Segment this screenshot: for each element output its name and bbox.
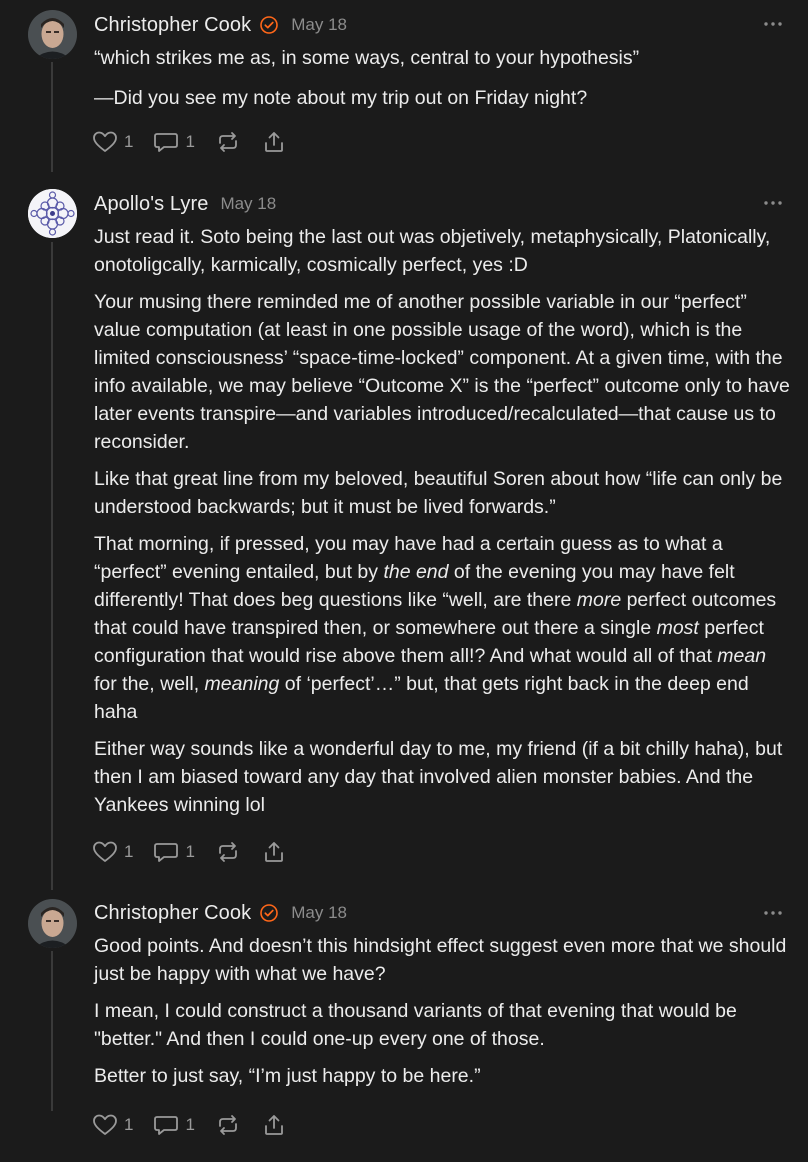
restack-icon (215, 1113, 241, 1137)
reply-button[interactable]: 1 (153, 840, 195, 864)
share-button[interactable] (261, 1113, 287, 1137)
heart-icon (92, 130, 118, 154)
like-count: 1 (124, 132, 134, 151)
comment-paragraph: “which strikes me as, in some ways, cent… (94, 47, 640, 69)
comment-date[interactable]: May 18 (291, 15, 347, 35)
heart-icon (92, 1113, 118, 1137)
more-options-icon[interactable] (762, 14, 784, 34)
reply-count: 1 (185, 842, 195, 861)
comment-actions: 1 1 (92, 1110, 307, 1140)
share-button[interactable] (261, 840, 287, 864)
comment-paragraph: Better to just say, “I’m just happy to b… (94, 1065, 481, 1087)
comment-paragraph: Either way sounds like a wonderful day t… (94, 738, 783, 816)
thread-line (51, 62, 53, 172)
comment-body: “which strikes me as, in some ways, cent… (94, 44, 794, 121)
reply-count: 1 (185, 132, 195, 151)
comment-paragraph: Like that great line from my beloved, be… (94, 468, 783, 518)
more-options-icon[interactable] (762, 903, 784, 923)
author-name[interactable]: Apollo's Lyre (94, 193, 208, 216)
speech-bubble-icon (153, 840, 179, 864)
thread-line (51, 242, 53, 890)
comment-paragraph: —Did you see my note about my trip out o… (94, 87, 588, 109)
reply-button[interactable]: 1 (153, 130, 195, 154)
more-options-icon[interactable] (762, 193, 784, 213)
comment-actions: 1 1 (92, 837, 307, 867)
restack-button[interactable] (215, 840, 241, 864)
comment-header: Christopher Cook May 18 (94, 900, 347, 926)
author-name[interactable]: Christopher Cook (94, 902, 251, 925)
avatar[interactable] (28, 899, 77, 948)
restack-button[interactable] (215, 130, 241, 154)
like-button[interactable]: 1 (92, 130, 133, 154)
share-icon (261, 840, 287, 864)
like-count: 1 (124, 842, 134, 861)
comment-date[interactable]: May 18 (220, 194, 276, 214)
author-name[interactable]: Christopher Cook (94, 14, 251, 37)
comment-paragraph: Your musing there reminded me of another… (94, 291, 790, 453)
reply-button[interactable]: 1 (153, 1113, 195, 1137)
comment-paragraph: Just read it. Soto being the last out wa… (94, 226, 771, 276)
comment-body: Just read it. Soto being the last out wa… (94, 223, 794, 828)
restack-button[interactable] (215, 1113, 241, 1137)
comment-paragraph: Good points. And doesn’t this hindsight … (94, 935, 787, 985)
share-icon (261, 1113, 287, 1137)
avatar[interactable] (28, 10, 77, 59)
restack-icon (215, 840, 241, 864)
share-button[interactable] (261, 130, 287, 154)
restack-icon (215, 130, 241, 154)
thread-line (51, 951, 53, 1111)
speech-bubble-icon (153, 1113, 179, 1137)
like-count: 1 (124, 1115, 134, 1134)
comment-actions: 1 1 (92, 127, 307, 157)
comment-paragraph: I mean, I could construct a thousand var… (94, 1000, 737, 1050)
reply-count: 1 (185, 1115, 195, 1134)
verified-badge-icon (259, 903, 279, 923)
verified-badge-icon (259, 15, 279, 35)
comment-date[interactable]: May 18 (291, 903, 347, 923)
comment-paragraph: That morning, if pressed, you may have h… (94, 533, 777, 723)
like-button[interactable]: 1 (92, 840, 133, 864)
share-icon (261, 130, 287, 154)
speech-bubble-icon (153, 130, 179, 154)
heart-icon (92, 840, 118, 864)
comment-body: Good points. And doesn’t this hindsight … (94, 932, 794, 1099)
like-button[interactable]: 1 (92, 1113, 133, 1137)
comment-header: Christopher Cook May 18 (94, 12, 347, 38)
comment-header: Apollo's Lyre May 18 (94, 191, 276, 217)
avatar[interactable] (28, 189, 77, 238)
